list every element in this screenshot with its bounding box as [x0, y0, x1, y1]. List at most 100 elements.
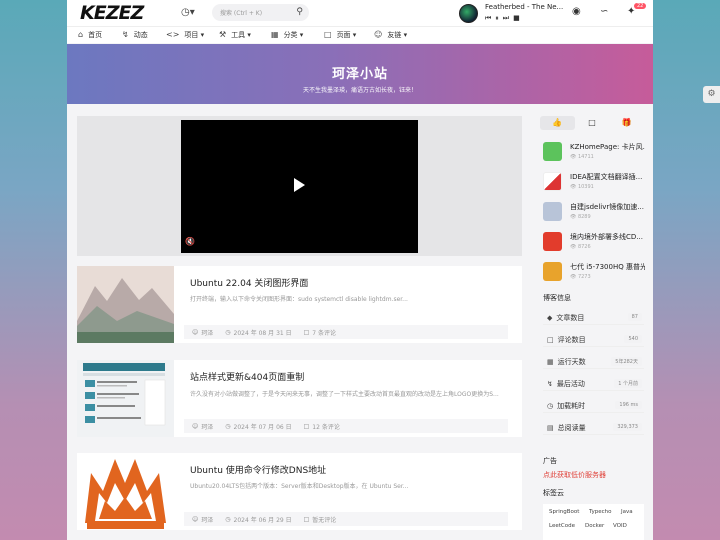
author-icon: ☺ — [192, 515, 199, 523]
player-controls[interactable]: ⏮⏸⏭■ — [485, 14, 524, 23]
hot-post-views: 👁 14711 — [570, 154, 594, 160]
post-icon — [543, 172, 562, 191]
nav-item-pages[interactable]: □ 页面 ▾ — [324, 30, 356, 40]
nav-item-home[interactable]: ⌂ 首页 — [78, 30, 102, 40]
mute-icon[interactable]: 🔇 — [185, 237, 195, 246]
hot-post-title[interactable]: KZHomePage: 卡片风... — [570, 142, 645, 152]
activity-icon: ↯ — [122, 30, 129, 39]
book-icon: ▤ — [547, 424, 554, 432]
tag[interactable]: Docker — [585, 523, 604, 529]
timer-icon: ◷ — [547, 402, 554, 410]
tag[interactable]: Typecho — [589, 509, 612, 515]
nav-item-activity[interactable]: ↯ 动态 — [122, 30, 148, 40]
post-icon — [543, 232, 562, 251]
post-thumbnail[interactable] — [77, 266, 174, 343]
info-row: ▤ 总阅读量 329,373 — [543, 420, 644, 435]
post-card[interactable]: Ubuntu 22.04 关闭图形界面 打开终端，输入以下命令关闭图形界面：su… — [77, 266, 522, 343]
hot-post-title[interactable]: 七代 i5-7300HQ 惠普光... — [570, 262, 645, 272]
home-icon: ⌂ — [78, 30, 84, 39]
hot-post-item[interactable]: KZHomePage: 卡片风... 👁 14711 — [543, 140, 651, 166]
user-icon: ☺ — [374, 30, 383, 39]
settings-gear-icon[interactable]: ⚙ — [703, 86, 720, 103]
main-nav — [67, 26, 653, 43]
hot-post-title[interactable]: 境内境外部署多线CD... — [570, 232, 645, 242]
calendar-icon: ▦ — [547, 358, 554, 366]
hot-post-item[interactable]: 境内境外部署多线CD... 👁 8726 — [543, 230, 651, 256]
hot-post-views: 👁 8726 — [570, 244, 591, 250]
track-title: Featherbed - The Ne... — [485, 3, 564, 11]
page-icon: □ — [324, 30, 332, 39]
post-title[interactable]: Ubuntu 22.04 关闭图形界面 — [190, 276, 308, 289]
hot-post-item[interactable]: IDEA配置文档翻译插... 👁 10391 — [543, 170, 651, 196]
page: KEZEZ ◷▾ 搜索 (Ctrl + K) ⚲ Featherbed - Th… — [67, 0, 653, 540]
code-icon: <> — [166, 30, 180, 39]
post-card[interactable]: 站点样式更新&404页面重制 许久没有对小站做调整了，于是今天闲来无事，调整了一… — [77, 360, 522, 437]
hot-post-views: 👁 10391 — [570, 184, 594, 190]
post-excerpt: Ubuntu20.04LTS包括两个版本：Server版本和Desktop版本，… — [190, 483, 409, 490]
activity-icon: ↯ — [547, 380, 553, 388]
date-icon: ◷ — [225, 422, 231, 430]
site-logo[interactable]: KEZEZ — [80, 2, 144, 24]
tool-icon: ⚒ — [219, 30, 227, 39]
post-icon — [543, 142, 562, 161]
top-bar: KEZEZ ◷▾ 搜索 (Ctrl + K) ⚲ Featherbed - Th… — [67, 0, 653, 26]
gift-icon: 🎁 — [621, 118, 632, 127]
info-row: ◷ 加载耗时 196 ms — [543, 398, 644, 413]
blog-info-title: 博客信息 — [543, 294, 571, 302]
nav-item-tools[interactable]: ⚒ 工具 ▾ — [219, 30, 251, 40]
tag[interactable]: SpringBoot — [549, 509, 579, 515]
post-meta: ☺ 珂泽 ◷ 2024 年 07 月 06 日 □ 12 条评论 — [184, 419, 508, 433]
post-title[interactable]: 站点样式更新&404页面重制 — [190, 370, 304, 383]
author-icon: ☺ — [192, 328, 199, 336]
tags-title: 标签云 — [543, 489, 564, 497]
comment-icon: □ — [303, 328, 310, 336]
post-excerpt: 许久没有对小站做调整了，于是今天闲来无事，调整了一下样式主要改动首页最直观的改动… — [190, 391, 499, 398]
nav-item-projects[interactable]: <> 项目 ▾ — [166, 30, 204, 40]
video-player[interactable]: 🔇 — [181, 120, 418, 253]
tag[interactable]: Java — [621, 509, 633, 515]
article-icon: ◆ — [547, 314, 553, 322]
date-icon: ◷ — [225, 515, 231, 523]
site-subtitle: 天不生我墨泽瑛，痛语万古如长夜，钰来！ — [302, 87, 417, 94]
post-meta: ☺ 珂泽 ◷ 2024 年 08 月 31 日 □ 7 条评论 — [184, 325, 508, 339]
hot-post-views: 👁 7273 — [570, 274, 591, 280]
hero-banner: 珂泽小站 天不生我墨泽瑛，痛语万古如长夜，钰来！ — [67, 44, 653, 104]
search-input[interactable]: 搜索 (Ctrl + K) ⚲ — [212, 4, 309, 21]
post-title[interactable]: Ubuntu 使用命令行修改DNS地址 — [190, 463, 326, 476]
tag[interactable]: LeetCode — [549, 523, 575, 529]
nav-item-categories[interactable]: ▦ 分类 ▾ — [271, 30, 303, 40]
theme-icon[interactable]: ◉ — [572, 6, 581, 17]
music-player[interactable]: Featherbed - The Ne... ⏮⏸⏭■ — [459, 2, 563, 24]
tag[interactable]: VOID — [613, 523, 627, 529]
info-row: ◆ 文章数目 87 — [543, 310, 644, 325]
hot-post-item[interactable]: 自建jsdelivr镜像加速... 👁 8289 — [543, 200, 651, 226]
nav-item-friends[interactable]: ☺ 友链 ▾ — [374, 30, 407, 40]
post-thumbnail[interactable] — [77, 360, 174, 437]
tag-cloud: SpringBoot Typecho Java LeetCode Docker … — [543, 504, 644, 540]
info-row: ↯ 最后活动 1 个月前 — [543, 376, 644, 391]
grid-icon: ▦ — [271, 30, 279, 39]
ad-link[interactable]: 点此获取低价服务器 — [543, 470, 606, 480]
post-card[interactable]: Ubuntu 使用命令行修改DNS地址 Ubuntu20.04LTS包括两个版本… — [77, 453, 522, 530]
hot-post-views: 👁 8289 — [570, 214, 591, 220]
comment-icon: □ — [588, 118, 596, 127]
hot-post-title[interactable]: IDEA配置文档翻译插... — [570, 172, 645, 182]
comment-icon: □ — [547, 336, 554, 344]
post-thumbnail[interactable] — [77, 453, 174, 530]
tab-gift[interactable]: 🎁 — [609, 116, 644, 130]
rss-icon[interactable]: ∽ — [600, 6, 608, 17]
post-meta: ☺ 珂泽 ◷ 2024 年 06 月 29 日 □ 暂无评论 — [184, 512, 508, 526]
notification-badge: 22 — [634, 3, 647, 9]
tab-comments[interactable]: □ — [575, 116, 610, 130]
search-icon[interactable]: ⚲ — [296, 7, 303, 17]
hot-post-item[interactable]: 七代 i5-7300HQ 惠普光... 👁 7273 — [543, 260, 651, 286]
play-icon[interactable] — [294, 178, 305, 192]
author-icon: ☺ — [192, 422, 199, 430]
clock-icon[interactable]: ◷▾ — [181, 7, 195, 18]
hot-post-title[interactable]: 自建jsdelivr镜像加速... — [570, 202, 645, 212]
post-icon — [543, 262, 562, 281]
comment-icon: □ — [303, 422, 310, 430]
search-placeholder: 搜索 (Ctrl + K) — [220, 10, 263, 17]
tab-like[interactable]: 👍 — [540, 116, 575, 130]
comment-icon: □ — [303, 515, 310, 523]
